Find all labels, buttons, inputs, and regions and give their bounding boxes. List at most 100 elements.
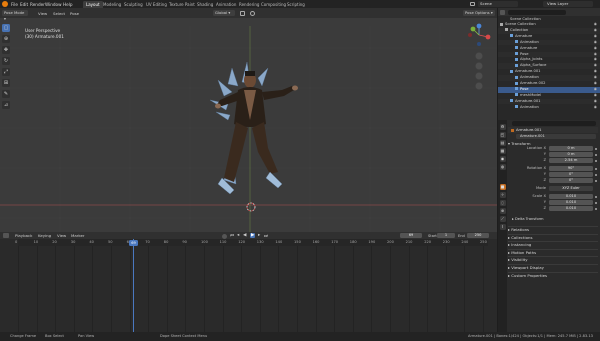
ruler-tick-label: 100 <box>201 240 208 244</box>
view-layer-tab-icon[interactable]: ▦ <box>499 148 506 154</box>
viewport-menu-view[interactable]: View <box>38 11 47 16</box>
keyframe-dot-icon[interactable] <box>595 201 597 204</box>
location-field[interactable]: 2.54 m <box>549 158 593 163</box>
keyframe-dot-icon[interactable] <box>595 147 597 150</box>
tab-scripting[interactable]: Scripting <box>284 1 308 8</box>
end-frame-field[interactable]: 250 <box>467 233 489 238</box>
ruler-tick-label: 70 <box>145 240 150 244</box>
visibility-eye-icon[interactable]: ◉ <box>594 105 597 111</box>
proportional-edit-icon[interactable] <box>250 10 255 16</box>
snap-icon[interactable] <box>240 10 245 16</box>
3d-cursor-icon <box>246 202 256 212</box>
armature-data-tab-icon[interactable]: ⟋ <box>499 216 506 222</box>
playhead-frame-badge[interactable]: 69 <box>129 239 138 246</box>
timeline-editor-type-icon[interactable] <box>3 233 9 238</box>
tab-sculpting[interactable]: Sculpting <box>121 1 146 8</box>
modifier-tab-icon[interactable]: ✧ <box>499 192 506 198</box>
rotate-tool-icon[interactable]: ↻ <box>2 57 10 65</box>
scene-selector[interactable]: Scene <box>478 1 518 7</box>
play-icon[interactable]: ▶ <box>250 233 256 238</box>
bone-tab-icon[interactable]: ⌇ <box>499 224 506 230</box>
menu-help[interactable]: Help <box>63 2 73 7</box>
start-frame-field[interactable]: 1 <box>437 233 455 238</box>
outliner-search-input[interactable] <box>508 9 566 15</box>
render-tab-icon[interactable]: ◰ <box>499 132 506 138</box>
measure-tool-icon[interactable]: ⊿ <box>2 101 10 109</box>
navigation-gizmo[interactable] <box>462 22 496 90</box>
character-armature-model[interactable] <box>200 60 310 215</box>
timeline-menu-keying[interactable]: Keying <box>38 233 51 238</box>
menu-edit[interactable]: Edit <box>20 2 28 7</box>
orientation-dropdown[interactable]: Global ▾ <box>213 10 235 16</box>
keyframe-dot-icon[interactable] <box>595 173 597 176</box>
playhead[interactable] <box>133 239 134 332</box>
scene-tab-icon[interactable]: ◉ <box>499 156 506 162</box>
timeline-menu-view[interactable]: View <box>57 233 66 238</box>
location-field[interactable]: 0 m <box>549 146 593 151</box>
view-layer-selector[interactable]: View Layer <box>543 1 593 7</box>
ruler-gridline <box>92 246 94 332</box>
outliner-filter-icon[interactable] <box>500 9 505 15</box>
move-tool-icon[interactable]: ✥ <box>2 46 10 54</box>
rotation-field[interactable]: 0° <box>549 172 593 177</box>
panel-header[interactable]: ▸ Motion Paths <box>508 248 598 255</box>
step-forward-icon[interactable]: ▸ <box>258 233 260 238</box>
data-name-field[interactable]: Armature.001 <box>516 134 596 139</box>
timeline-menu-marker[interactable]: Marker <box>71 233 84 238</box>
viewport-menu-select[interactable]: Select <box>53 11 65 16</box>
scene-icon[interactable] <box>470 2 475 6</box>
panel-header[interactable]: ▸ Instancing <box>508 241 598 247</box>
object-name-field[interactable]: Armature.001 <box>516 128 542 132</box>
keyframe-dot-icon[interactable] <box>595 207 597 210</box>
ruler-tick-label: 160 <box>312 240 320 244</box>
select-box-tool-icon[interactable]: ▢ <box>2 24 10 32</box>
rotation-field[interactable]: 0° <box>549 178 593 183</box>
cursor-tool-icon[interactable]: ⊕ <box>2 35 10 43</box>
keyframe-dot-icon[interactable] <box>595 179 597 182</box>
scale-field[interactable]: 0.010 <box>549 194 593 199</box>
outliner-row[interactable]: Animation ◉ <box>498 105 600 111</box>
panel-header[interactable]: ▸ Collections <box>508 233 598 240</box>
menu-file[interactable]: File <box>11 2 18 7</box>
rotation-field[interactable]: 90° <box>549 166 593 171</box>
current-frame-field[interactable]: 69 <box>400 233 422 238</box>
keyframe-dot-icon[interactable] <box>595 195 597 198</box>
tool-tab-icon[interactable]: ⚙ <box>499 124 506 130</box>
keyframe-dot-icon[interactable] <box>595 153 597 156</box>
play-reverse-icon[interactable]: ◀ <box>243 233 246 238</box>
ruler-gridline <box>222 246 224 332</box>
scale-tool-icon[interactable]: ⤢ <box>2 68 10 76</box>
constraint-tab-icon[interactable]: ⊕ <box>499 208 506 214</box>
step-back-icon[interactable]: ◂ <box>237 233 239 238</box>
panel-header[interactable]: ▸ Viewport Display <box>508 264 598 270</box>
menu-window[interactable]: Window <box>45 2 62 7</box>
panel-header[interactable]: ▸ Custom Properties <box>508 271 598 278</box>
delta-transform-header[interactable]: ▸ Delta Transform <box>512 217 544 221</box>
timeline-menu-playback[interactable]: Playback <box>15 233 32 238</box>
keyframe-dot-icon[interactable] <box>595 167 597 170</box>
properties-search-input[interactable] <box>512 121 596 126</box>
blender-logo-icon[interactable] <box>2 1 8 7</box>
output-tab-icon[interactable]: ▤ <box>499 140 506 146</box>
panel-header[interactable]: ▸ Visibility <box>508 256 598 262</box>
outliner-item-icon <box>500 22 503 26</box>
ruler-tick-label: 130 <box>256 240 264 244</box>
scale-field[interactable]: 0.010 <box>549 200 593 205</box>
panel-header[interactable]: ▸ Relations <box>508 226 598 232</box>
object-tab-icon[interactable]: ■ <box>499 184 506 190</box>
physics-tab-icon[interactable]: ◌ <box>499 200 506 206</box>
location-field[interactable]: 0 m <box>549 152 593 157</box>
annotate-tool-icon[interactable]: ✎ <box>2 90 10 98</box>
transform-tool-icon[interactable]: ⊞ <box>2 79 10 87</box>
scale-field[interactable]: 0.010 <box>549 206 593 211</box>
panel-title: Instancing <box>511 242 532 248</box>
rotation-mode-dropdown[interactable]: XYZ Euler <box>549 186 593 191</box>
status-hint-change-frame: Change Frame <box>10 334 37 338</box>
viewport-menu-pose[interactable]: Pose <box>70 11 79 16</box>
mode-dropdown[interactable]: Pose Mode ▾ <box>2 10 28 21</box>
keyframe-dot-icon[interactable] <box>595 159 597 162</box>
record-button[interactable] <box>222 233 227 239</box>
pose-options-dropdown[interactable]: Pose Options ▾ <box>463 10 495 16</box>
menu-render[interactable]: Render <box>30 2 45 7</box>
world-tab-icon[interactable]: ◍ <box>499 164 506 170</box>
